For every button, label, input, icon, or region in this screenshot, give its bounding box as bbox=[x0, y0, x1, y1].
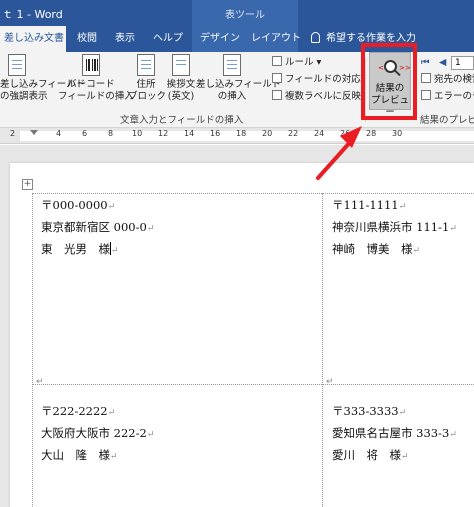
label-cell-4[interactable]: 〒333-3333↵ 愛知県名古屋市 333-3↵ 愛川 将 様↵ bbox=[332, 401, 457, 467]
find-recipient-label: 宛先の検索 bbox=[434, 74, 474, 85]
label-cell-1[interactable]: 〒000-0000↵ 東京都新宿区 000-0↵ 東 光男 様↵ bbox=[41, 195, 154, 261]
rules-button[interactable]: ルール ▾ bbox=[272, 56, 321, 70]
label-4-postal: 〒333-3333 bbox=[332, 404, 399, 418]
tab-table-design[interactable]: デザイン bbox=[200, 26, 240, 52]
highlight-box bbox=[361, 43, 417, 120]
barcode-label-1: バーコード bbox=[67, 79, 115, 90]
highlight-fields-label-2: の強調表示 bbox=[0, 91, 48, 102]
label-4-name: 愛川 将 様 bbox=[332, 448, 401, 462]
label-cell-3[interactable]: 〒222-2222↵ 大阪府大阪市 222-2↵ 大山 隆 様↵ bbox=[41, 401, 154, 467]
check-errors-label: エラーのチェ bbox=[434, 91, 474, 102]
greeting-line-label-1: 挨拶文 bbox=[166, 79, 196, 90]
group-write-insert-label: 文章入力とフィールドの挿入 bbox=[120, 115, 244, 126]
label-2-postal: 〒111-1111 bbox=[332, 198, 399, 212]
label-2-name: 神崎 博美 様 bbox=[332, 242, 413, 256]
table-move-handle[interactable]: + bbox=[22, 179, 33, 190]
tab-view[interactable]: 表示 bbox=[115, 26, 135, 52]
lightbulb-icon bbox=[311, 32, 320, 43]
insert-merge-field-label-1: 差し込みフィールド bbox=[196, 79, 282, 90]
label-1-postal: 〒000-0000 bbox=[41, 198, 108, 212]
insert-merge-field-button[interactable]: 差し込みフィールド の挿入 bbox=[196, 54, 282, 103]
first-record-button[interactable]: ⏮ bbox=[421, 56, 430, 70]
address-block-label-2: ブロック bbox=[128, 91, 167, 102]
label-3-address: 大阪府大阪市 222-2 bbox=[41, 426, 147, 440]
insert-merge-field-label-2: の挿入 bbox=[217, 91, 247, 102]
title-bar: ｔ 1 - Word 表ツール bbox=[0, 0, 474, 26]
tab-mailings[interactable]: 差し込み文書 bbox=[0, 26, 66, 52]
label-1-name: 東 光男 様 bbox=[41, 242, 110, 256]
rules-icon bbox=[272, 56, 282, 66]
find-recipient-icon bbox=[421, 73, 431, 83]
greeting-line-icon bbox=[172, 54, 190, 76]
previous-record-button[interactable]: ◀ bbox=[439, 56, 446, 70]
match-fields-button[interactable]: フィールドの対応 bbox=[272, 73, 361, 87]
match-fields-icon bbox=[272, 73, 282, 83]
check-errors-button[interactable]: エラーのチェ bbox=[421, 90, 474, 104]
document-title: ｔ 1 - Word bbox=[2, 8, 63, 21]
label-3-name: 大山 隆 様 bbox=[41, 448, 110, 462]
highlight-fields-label-1: 差し込みフィールド bbox=[0, 79, 86, 90]
tab-table-layout[interactable]: レイアウト bbox=[251, 26, 301, 52]
address-block-button[interactable]: 住所 ブロック bbox=[128, 54, 167, 103]
barcode-label-2: フィールドの挿入 bbox=[58, 91, 134, 102]
greeting-line-label-2: (英文) bbox=[167, 91, 195, 102]
match-fields-label: フィールドの対応 bbox=[285, 74, 361, 85]
rules-label: ルール bbox=[285, 57, 314, 68]
update-labels-label: 複数ラベルに反映 bbox=[285, 91, 362, 102]
highlight-fields-icon bbox=[8, 54, 26, 76]
record-number-input[interactable]: 1 bbox=[451, 56, 474, 70]
highlight-merge-fields-button[interactable]: 差し込みフィールド の強調表示 bbox=[0, 54, 86, 103]
document-area[interactable]: + ↵ ↵ 〒000-0000↵ 東京都新宿区 000-0↵ 東 光男 様↵ 〒… bbox=[0, 145, 474, 507]
group-preview-label: 結果のプレビュー bbox=[420, 115, 474, 126]
address-block-icon bbox=[137, 54, 155, 76]
update-labels-button[interactable]: 複数ラベルに反映 bbox=[272, 90, 361, 104]
table-tools-header: 表ツール bbox=[192, 0, 298, 26]
cell-end-mark: ↵ bbox=[326, 377, 334, 387]
tab-help[interactable]: ヘルプ bbox=[153, 26, 183, 52]
tab-review[interactable]: 校閲 bbox=[77, 26, 97, 52]
barcode-icon bbox=[82, 54, 100, 76]
label-4-address: 愛知県名古屋市 333-3 bbox=[332, 426, 450, 440]
label-3-postal: 〒222-2222 bbox=[41, 404, 108, 418]
greeting-line-button[interactable]: 挨拶文 (英文) bbox=[164, 54, 198, 103]
insert-merge-field-icon bbox=[223, 54, 241, 76]
indent-marker[interactable] bbox=[30, 130, 38, 135]
label-2-address: 神奈川県横浜市 111-1 bbox=[332, 220, 450, 234]
table-tools-label: 表ツール bbox=[225, 10, 265, 21]
label-cell-2[interactable]: 〒111-1111↵ 神奈川県横浜市 111-1↵ 神崎 博美 様↵ bbox=[332, 195, 457, 261]
address-block-label-1: 住所 bbox=[136, 79, 156, 90]
horizontal-ruler[interactable]: 2 4 6 8 10 12 14 16 18 20 22 24 26 28 30 bbox=[0, 128, 474, 144]
insert-barcode-field-button[interactable]: バーコード フィールドの挿入 bbox=[58, 54, 134, 103]
find-recipient-button[interactable]: 宛先の検索 bbox=[421, 73, 474, 87]
cell-end-mark: ↵ bbox=[36, 377, 44, 387]
label-1-address: 東京都新宿区 000-0 bbox=[41, 220, 147, 234]
document-page[interactable]: + ↵ ↵ 〒000-0000↵ 東京都新宿区 000-0↵ 東 光男 様↵ 〒… bbox=[10, 163, 474, 507]
update-labels-icon bbox=[272, 90, 282, 100]
check-errors-icon bbox=[421, 90, 431, 100]
